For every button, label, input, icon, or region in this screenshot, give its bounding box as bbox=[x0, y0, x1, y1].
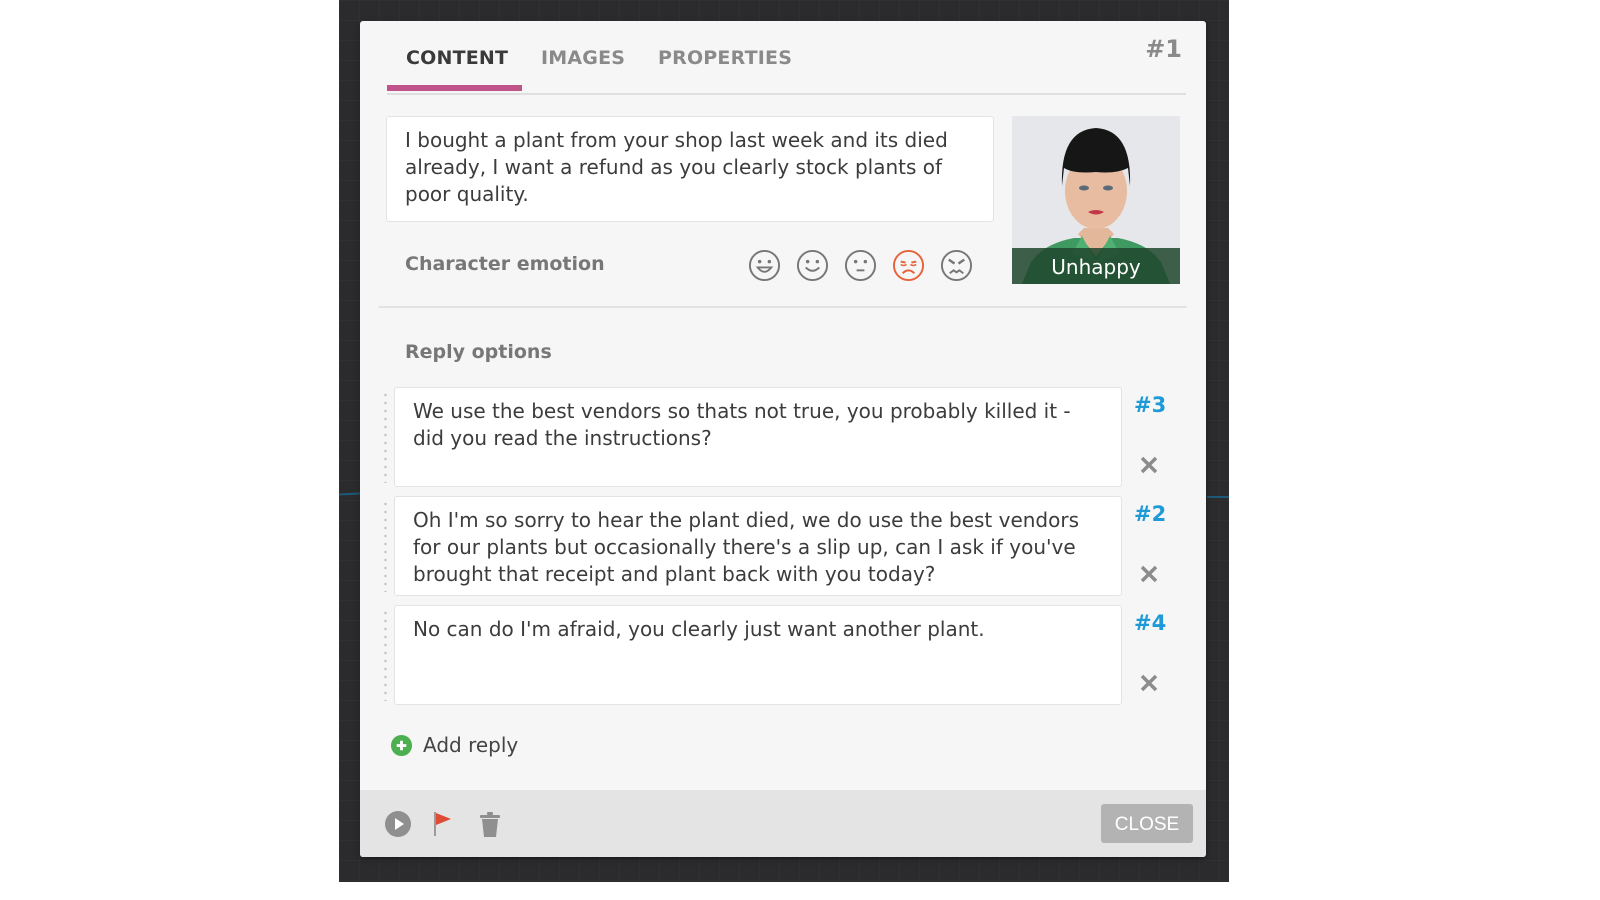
connector-line bbox=[1207, 496, 1229, 498]
unhappy-face-icon[interactable] bbox=[892, 249, 925, 282]
reply-option: Oh I'm so sorry to hear the plant died, … bbox=[384, 496, 1184, 596]
node-dialog: CONTENT IMAGES PROPERTIES #1 I bought a … bbox=[360, 21, 1206, 857]
reply-textarea[interactable]: No can do I'm afraid, you clearly just w… bbox=[394, 605, 1122, 705]
tab-bar: CONTENT IMAGES PROPERTIES bbox=[387, 21, 1186, 95]
reply-textarea[interactable]: Oh I'm so sorry to hear the plant died, … bbox=[394, 496, 1122, 596]
reply-textarea[interactable]: We use the best vendors so thats not tru… bbox=[394, 387, 1122, 487]
remove-reply-icon[interactable] bbox=[1139, 455, 1159, 475]
connector-line bbox=[338, 492, 361, 496]
drag-handle[interactable] bbox=[384, 500, 387, 592]
angry-face-icon[interactable] bbox=[940, 249, 973, 282]
add-reply-label: Add reply bbox=[423, 733, 519, 757]
happy-face-icon[interactable] bbox=[796, 249, 829, 282]
flag-icon[interactable] bbox=[430, 810, 458, 838]
reply-target-link[interactable]: #4 bbox=[1134, 611, 1166, 635]
tab-images[interactable]: IMAGES bbox=[541, 47, 625, 69]
dialog-footer: CLOSE bbox=[360, 790, 1206, 857]
active-tab-indicator bbox=[387, 85, 522, 91]
tab-content[interactable]: CONTENT bbox=[406, 47, 508, 69]
node-id: #1 bbox=[1145, 35, 1182, 63]
reply-target-link[interactable]: #2 bbox=[1134, 502, 1166, 526]
play-icon[interactable] bbox=[384, 810, 412, 838]
reply-option: No can do I'm afraid, you clearly just w… bbox=[384, 605, 1184, 705]
reply-options-label: Reply options bbox=[405, 341, 552, 363]
close-button[interactable]: CLOSE bbox=[1101, 804, 1193, 843]
drag-handle[interactable] bbox=[384, 391, 387, 483]
add-reply-button[interactable]: Add reply bbox=[390, 733, 518, 757]
remove-reply-icon[interactable] bbox=[1139, 673, 1159, 693]
tab-properties[interactable]: PROPERTIES bbox=[658, 47, 792, 69]
section-divider bbox=[379, 306, 1187, 308]
plus-circle-icon bbox=[390, 734, 413, 756]
neutral-face-icon[interactable] bbox=[844, 249, 877, 282]
emotion-picker bbox=[748, 249, 973, 282]
reply-target-link[interactable]: #3 bbox=[1134, 393, 1166, 417]
portrait-caption: Unhappy bbox=[1012, 248, 1180, 284]
very-happy-face-icon[interactable] bbox=[748, 249, 781, 282]
remove-reply-icon[interactable] bbox=[1139, 564, 1159, 584]
character-portrait[interactable]: Unhappy bbox=[1012, 116, 1180, 284]
reply-option: We use the best vendors so thats not tru… bbox=[384, 387, 1184, 487]
trash-icon[interactable] bbox=[476, 810, 504, 838]
message-textarea[interactable]: I bought a plant from your shop last wee… bbox=[386, 116, 994, 222]
drag-handle[interactable] bbox=[384, 609, 387, 701]
emotion-label: Character emotion bbox=[405, 253, 605, 275]
